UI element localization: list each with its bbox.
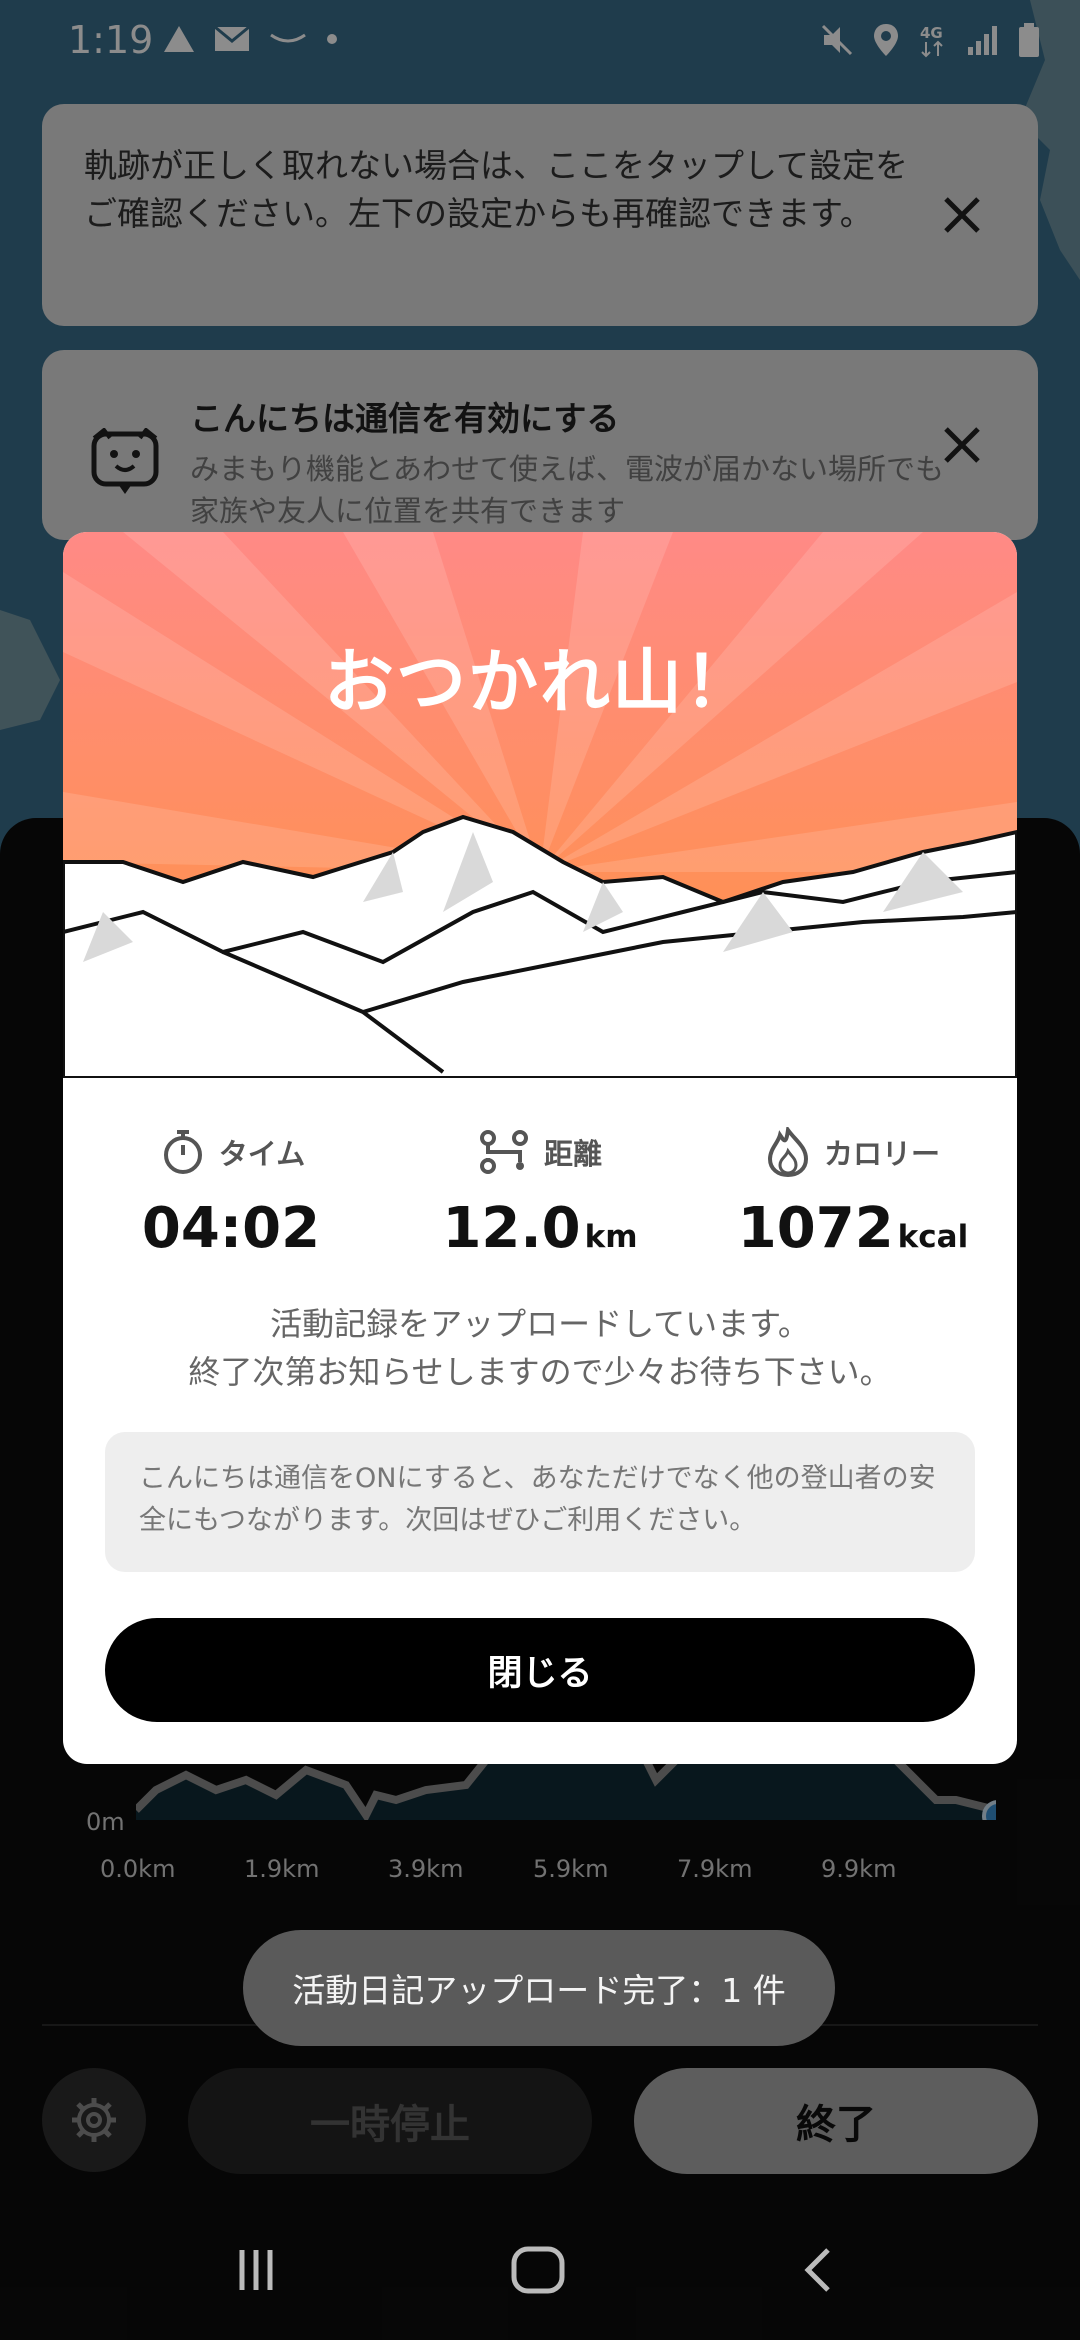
upload-message-line2: 終了次第お知らせしますので少々お待ち下さい。	[188, 1353, 892, 1391]
stat-unit: kcal	[897, 1219, 969, 1255]
stat-value: 04:02	[141, 1196, 321, 1261]
route-icon	[479, 1130, 528, 1174]
upload-message: 活動記録をアップロードしています。 終了次第お知らせしますので少々お待ち下さい。	[63, 1300, 1017, 1396]
stat-calories: カロリー 1072 kcal	[703, 1122, 1003, 1261]
stat-unit: km	[584, 1219, 638, 1255]
close-button[interactable]: 閉じる	[105, 1618, 975, 1722]
stat-distance: 距離 12.0 km	[390, 1122, 690, 1261]
stat-label: カロリー	[823, 1137, 940, 1171]
recent-apps-icon[interactable]	[232, 2246, 280, 2294]
stat-time: タイム 04:02	[83, 1122, 383, 1261]
finish-modal: おつかれ山！ タイム 04:02 距離 12.0 km カロリー 1072 kc…	[63, 532, 1017, 1764]
stat-value: 1072	[737, 1196, 894, 1261]
activity-stats: タイム 04:02 距離 12.0 km カロリー 1072 kcal	[63, 1122, 1017, 1292]
mountain-illustration	[63, 532, 1017, 1078]
konnichiwa-note-text: こんにちは通信をONにすると、あなただけでなく他の登山者の安全にもつながります。…	[139, 1463, 936, 1536]
system-nav-bar	[0, 2200, 1080, 2340]
stopwatch-icon	[163, 1130, 202, 1174]
upload-message-line1: 活動記録をアップロードしています。	[270, 1305, 810, 1343]
konnichiwa-note: こんにちは通信をONにすると、あなただけでなく他の登山者の安全にもつながります。…	[105, 1432, 975, 1572]
modal-title: おつかれ山！	[324, 641, 756, 723]
stat-label: 距離	[543, 1137, 602, 1171]
home-icon[interactable]	[510, 2246, 566, 2294]
back-icon[interactable]	[800, 2246, 836, 2294]
upload-toast: 活動日記アップロード完了：1 件	[243, 1930, 835, 2046]
stat-label: タイム	[218, 1137, 306, 1171]
stat-value: 12.0	[442, 1196, 581, 1261]
flame-icon	[767, 1127, 808, 1177]
